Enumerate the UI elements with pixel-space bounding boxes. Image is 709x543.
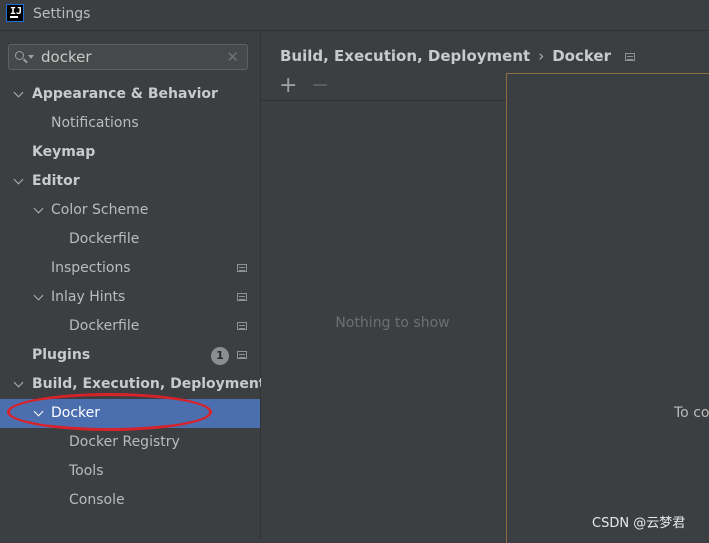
tree-item-label: Plugins <box>32 347 91 363</box>
chevron-down-icon[interactable] <box>13 370 25 399</box>
breadcrumb-parent[interactable]: Build, Execution, Deployment <box>280 47 530 65</box>
search-box[interactable]: ✕ <box>8 44 248 70</box>
tree-item-label: Inlay Hints <box>51 289 126 305</box>
tree-item-label: Appearance & Behavior <box>32 86 218 102</box>
tree-item-inlay-hints[interactable]: Inlay Hints <box>0 283 260 312</box>
add-button[interactable]: + <box>279 75 297 97</box>
tree-item-label: Console <box>69 492 125 508</box>
chevron-down-icon[interactable] <box>33 283 45 312</box>
tree-item-appearance-behavior[interactable]: Appearance & Behavior <box>0 80 260 109</box>
project-settings-icon <box>237 293 247 301</box>
search-input[interactable] <box>41 46 221 68</box>
chevron-down-icon[interactable] <box>33 399 45 428</box>
watermark: CSDN @云梦君 <box>592 516 686 531</box>
list-toolbar: + − <box>261 74 506 101</box>
tree-item-build-execution-deployment[interactable]: Build, Execution, Deployment <box>0 370 266 399</box>
clear-search-icon[interactable]: ✕ <box>226 48 239 66</box>
tree-item-label: Notifications <box>51 115 139 131</box>
detail-panel-text: To co <box>674 405 709 421</box>
empty-list-message: Nothing to show <box>335 315 450 331</box>
project-settings-icon <box>237 351 247 359</box>
tree-item-docker-registry[interactable]: Docker Registry <box>0 428 260 457</box>
search-icon[interactable] <box>15 51 24 60</box>
tree-item-label: Tools <box>69 463 104 479</box>
tree-item-tools[interactable]: Tools <box>0 457 260 486</box>
chevron-down-icon[interactable] <box>13 167 25 196</box>
docker-connections-list: + − Nothing to show <box>261 74 506 538</box>
breadcrumb: Build, Execution, Deployment › Docker <box>280 47 635 67</box>
tree-item-label: Keymap <box>32 144 96 160</box>
tree-item-color-scheme-dockerfile[interactable]: Dockerfile <box>0 225 260 254</box>
tree-item-docker[interactable]: Docker <box>0 399 260 428</box>
tree-item-editor[interactable]: Editor <box>0 167 260 196</box>
tree-item-inlay-hints-dockerfile[interactable]: Dockerfile <box>0 312 260 341</box>
chevron-down-icon[interactable] <box>33 196 45 225</box>
tree-item-label: Docker Registry <box>69 434 180 450</box>
project-settings-icon <box>624 52 635 61</box>
tree-item-label: Docker <box>51 405 101 421</box>
chevron-down-icon[interactable] <box>13 80 25 109</box>
tree-item-color-scheme[interactable]: Color Scheme <box>0 196 260 225</box>
breadcrumb-current: Docker <box>552 47 611 65</box>
tree-item-plugins[interactable]: Plugins 1 <box>0 341 260 370</box>
tree-item-keymap[interactable]: Keymap <box>0 138 260 167</box>
breadcrumb-separator-icon: › <box>538 47 545 65</box>
window-title: Settings <box>33 6 91 22</box>
plugin-updates-badge: 1 <box>211 347 229 365</box>
tree-item-label: Color Scheme <box>51 202 149 218</box>
intellij-logo-icon: IJ <box>6 4 24 22</box>
docker-detail-panel <box>506 73 709 543</box>
tree-item-label: Dockerfile <box>69 318 140 334</box>
remove-button[interactable]: − <box>311 75 329 97</box>
tree-item-notifications[interactable]: Notifications <box>0 109 260 138</box>
project-settings-icon <box>237 322 247 330</box>
tree-item-label: Inspections <box>51 260 131 276</box>
tree-item-label: Editor <box>32 173 80 189</box>
tree-item-inspections[interactable]: Inspections <box>0 254 260 283</box>
search-history-dropdown-icon[interactable] <box>28 55 34 59</box>
tree-item-label: Build, Execution, Deployment <box>32 376 266 392</box>
tree-item-label: Dockerfile <box>69 231 140 247</box>
settings-sidebar: ✕ Appearance & Behavior Notifications Ke… <box>0 31 266 538</box>
title-bar: IJ Settings <box>0 0 709 31</box>
project-settings-icon <box>237 264 247 272</box>
tree-item-console[interactable]: Console <box>0 486 260 515</box>
